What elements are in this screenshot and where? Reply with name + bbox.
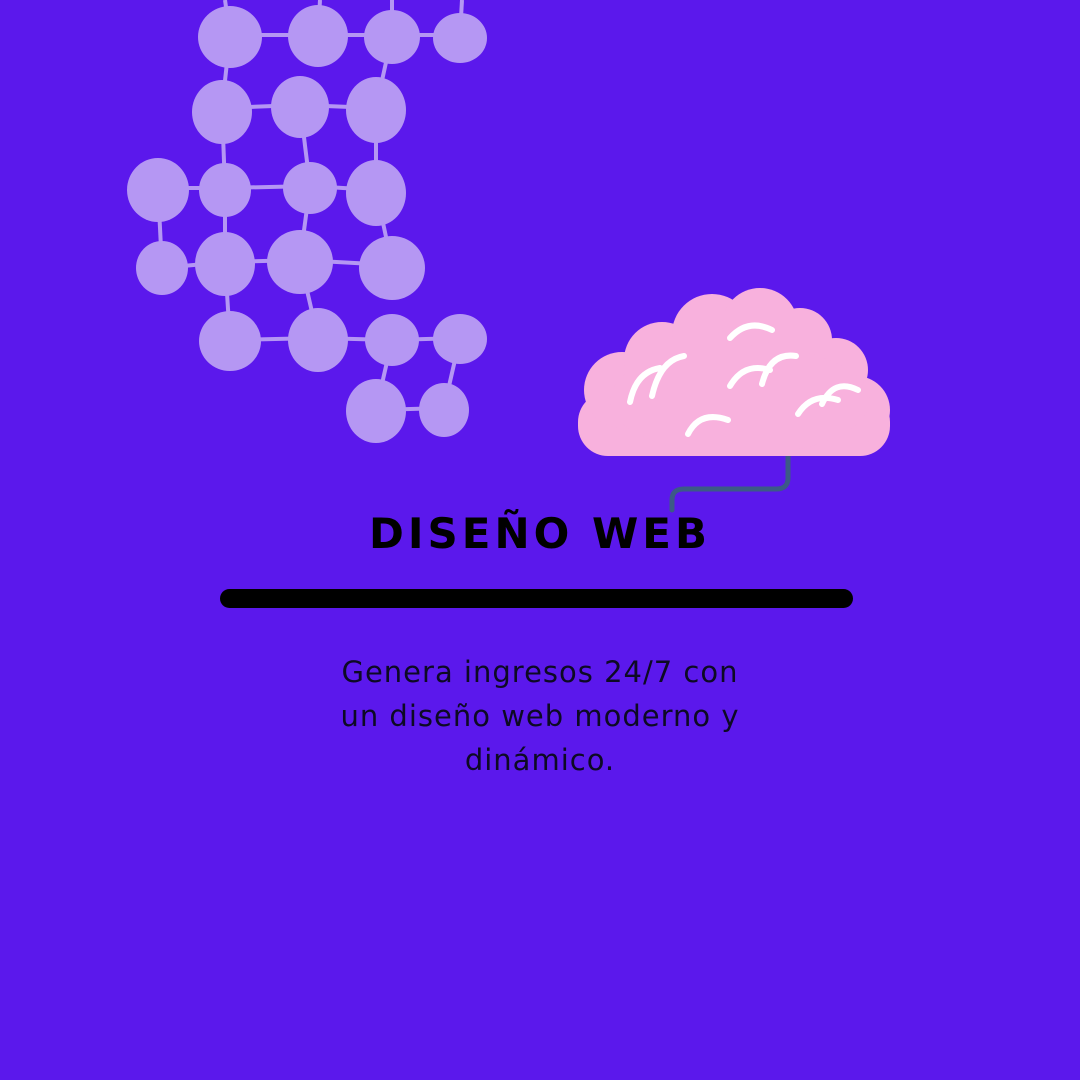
page-title: DISEÑO WEB <box>369 509 711 558</box>
brain-cord <box>669 452 791 513</box>
description-line: dinámico. <box>464 743 616 777</box>
description-line: Genera ingresos 24/7 con <box>341 655 739 689</box>
description-line: un diseño web moderno y <box>340 699 740 733</box>
description-text: Genera ingresos 24/7 con un diseño web m… <box>290 650 790 782</box>
poster-background: DISEÑO WEB Genera ingresos 24/7 con un d… <box>0 0 1080 1080</box>
divider-bar <box>220 589 853 608</box>
